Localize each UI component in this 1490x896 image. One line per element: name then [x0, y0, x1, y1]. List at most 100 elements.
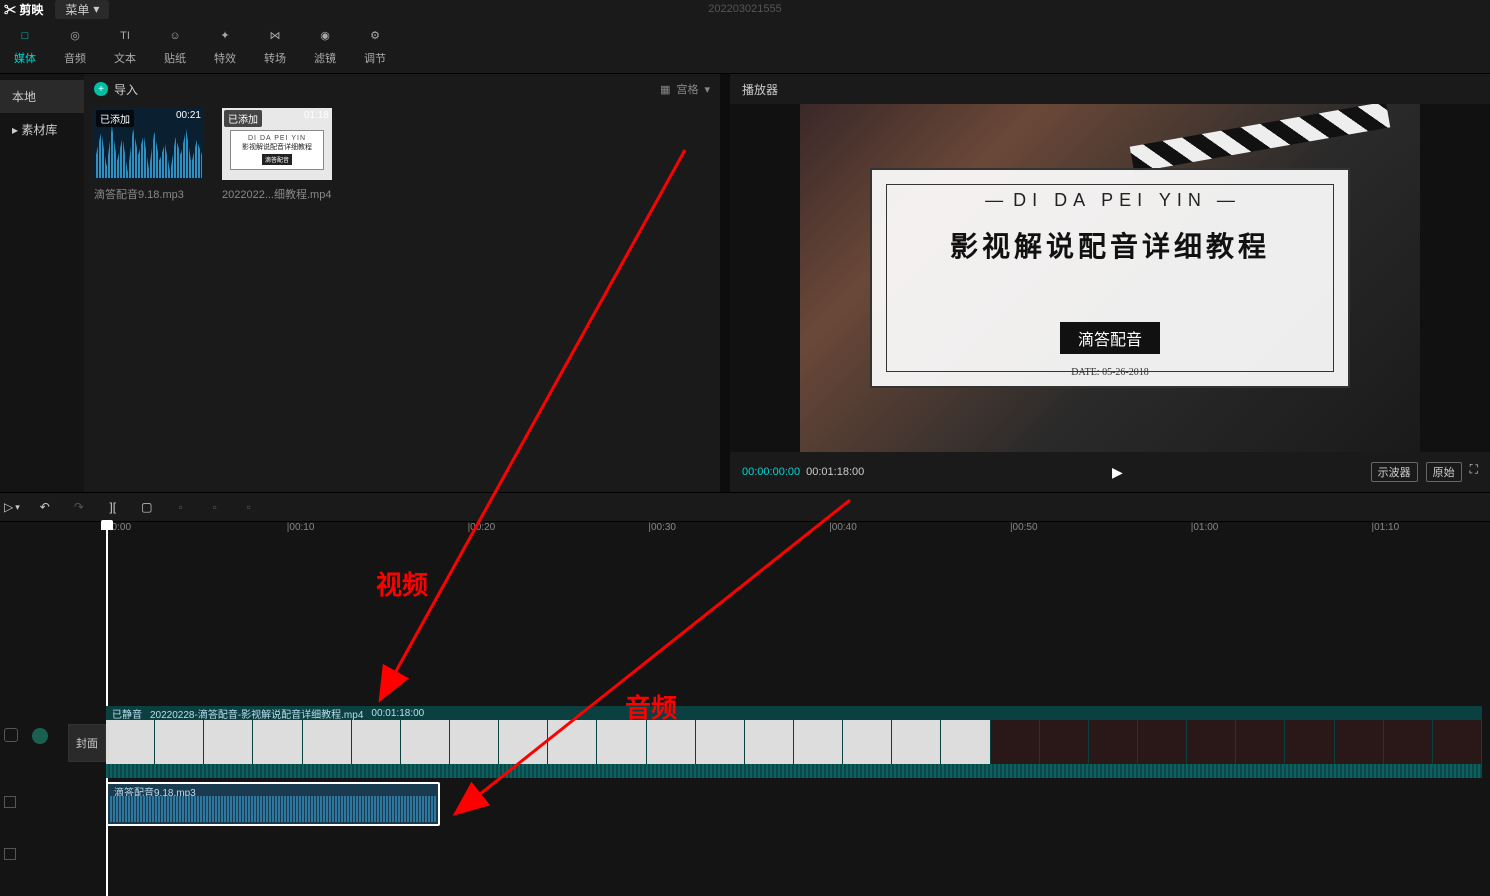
title-bar: ✂ 剪映 菜单 ▾ 202203021555: [0, 0, 1490, 18]
menu-label: 菜单: [65, 1, 89, 18]
preview-frame: DI DA PEI YIN 影视解说配音详细教程 滴答配音 DATE: 05-2…: [800, 104, 1420, 452]
tab-icon: ⋈: [265, 26, 285, 46]
tab-音频[interactable]: ◎ 音频: [50, 18, 100, 73]
play-button[interactable]: ▶: [1112, 464, 1123, 481]
ruler-tick: |00:50: [1010, 522, 1038, 533]
frame-thumb: [303, 720, 352, 764]
project-name: 202203021555: [708, 3, 781, 15]
menu-dropdown[interactable]: 菜单 ▾: [55, 0, 109, 19]
media-item[interactable]: 已添加 00:21滴答配音9.18.mp3: [94, 108, 204, 202]
track-toggle-icon[interactable]: [4, 796, 16, 808]
import-label: 导入: [114, 81, 138, 98]
tool-c[interactable]: ▫: [240, 500, 258, 514]
tab-滤镜[interactable]: ◉滤镜: [300, 18, 350, 73]
audio-waveform: [110, 796, 436, 822]
plus-icon: +: [94, 82, 108, 96]
tool-a[interactable]: ▫: [172, 500, 190, 514]
frame-thumb: [745, 720, 794, 764]
ruler-tick: |00:20: [468, 522, 496, 533]
frame-thumb: [843, 720, 892, 764]
tab-转场[interactable]: ⋈转场: [250, 18, 300, 73]
original-button[interactable]: 原始: [1426, 462, 1462, 482]
cover-button[interactable]: 封面: [68, 724, 106, 762]
view-label: 宫格: [676, 81, 698, 97]
delete-button[interactable]: ▢: [138, 500, 156, 514]
scope-button[interactable]: 示波器: [1371, 462, 1418, 482]
media-thumbnail[interactable]: 已添加 00:21: [94, 108, 204, 180]
total-time: 00:01:18:00: [806, 466, 864, 478]
frame-thumb: [499, 720, 548, 764]
tab-label: 音频: [64, 50, 86, 66]
frame-thumb: [548, 720, 597, 764]
player-title: 播放器: [730, 74, 1490, 104]
frame-thumb: [1335, 720, 1384, 764]
frame-thumb: [647, 720, 696, 764]
frame-thumb: [155, 720, 204, 764]
audio-clip-filename: 滴答配音9.18.mp3: [108, 784, 438, 796]
tab-贴纸[interactable]: ☺贴纸: [150, 18, 200, 73]
cursor-icon: ▷: [4, 500, 13, 514]
tool-b[interactable]: ▫: [206, 500, 224, 514]
tab-label: 媒体: [14, 50, 36, 66]
undo-button[interactable]: ↶: [36, 500, 54, 514]
redo-button[interactable]: ↷: [70, 500, 88, 514]
added-badge: 已添加: [224, 110, 262, 127]
tab-icon: ✦: [215, 26, 235, 46]
tab-label: 特效: [214, 50, 236, 66]
tab-label: 滤镜: [314, 50, 336, 66]
added-badge: 已添加: [96, 110, 134, 127]
clip-duration: 00:01:18:00: [371, 708, 424, 719]
tab-特效[interactable]: ✦ 特效: [200, 18, 250, 73]
select-tool[interactable]: ▷ ▾: [4, 500, 20, 514]
tab-icon: ☺: [165, 26, 185, 46]
preview-tag: 滴答配音: [1060, 322, 1160, 354]
media-item[interactable]: 已添加 01:18DI DA PEI YIN影视解说配音详细教程滴答配音2022…: [222, 108, 332, 202]
tab-媒体[interactable]: □ 媒体: [0, 18, 50, 73]
ruler-tick: |01:00: [1191, 522, 1219, 533]
current-time: 00:00:00:00: [742, 466, 800, 478]
tab-label: 文本: [114, 50, 136, 66]
chevron-down-icon: ▾: [15, 502, 20, 513]
media-sidebar: 本地▸ 素材库: [0, 74, 84, 492]
tab-文本[interactable]: TI 文本: [100, 18, 150, 73]
tab-icon: ◎: [65, 26, 85, 46]
ruler-tick: |00:30: [648, 522, 676, 533]
player-controls: 00:00:00:00 00:01:18:00 ▶ 示波器 原始 ⛶: [730, 452, 1490, 492]
ruler-tick: |00:10: [287, 522, 315, 533]
media-duration: 00:21: [176, 110, 201, 121]
tab-icon: ⚙: [365, 26, 385, 46]
frame-thumb: [352, 720, 401, 764]
media-grid: 已添加 00:21滴答配音9.18.mp3 已添加 01:18DI DA PEI…: [84, 104, 720, 206]
frame-thumb: [1384, 720, 1433, 764]
player-viewport[interactable]: DI DA PEI YIN 影视解说配音详细教程 滴答配音 DATE: 05-2…: [730, 104, 1490, 452]
audio-track-clip[interactable]: 滴答配音9.18.mp3: [106, 782, 440, 826]
sidebar-item[interactable]: 本地: [0, 80, 84, 113]
frame-thumb: [1285, 720, 1334, 764]
track-lock-icon[interactable]: [4, 728, 18, 742]
tab-调节[interactable]: ⚙ 调节: [350, 18, 400, 73]
split-button[interactable]: ]​[: [104, 500, 122, 514]
tab-icon: □: [15, 26, 35, 46]
frame-thumb: [1187, 720, 1236, 764]
tab-icon: TI: [115, 26, 135, 46]
import-button[interactable]: + 导入: [94, 81, 138, 98]
app-logo: ✂ 剪映: [4, 1, 43, 18]
track-mute-icon[interactable]: [32, 728, 48, 744]
media-toolbar: + 导入 ▦ 宫格 ▾: [84, 74, 720, 104]
view-options[interactable]: ▦ 宫格 ▾: [660, 81, 710, 97]
time-ruler[interactable]: 00:00|00:10|00:20|00:30|00:40|00:50|01:0…: [106, 522, 1490, 546]
video-track-clip[interactable]: 已静音 20220228-滴答配音-影视解说配音详细教程.mp4 00:01:1…: [106, 706, 1482, 764]
preview-date: DATE: 05-26-2018: [1071, 367, 1149, 378]
frame-thumb: [450, 720, 499, 764]
frame-thumb: [1433, 720, 1482, 764]
frame-thumb: [794, 720, 843, 764]
fullscreen-icon[interactable]: ⛶: [1470, 462, 1478, 482]
sidebar-item[interactable]: ▸ 素材库: [0, 113, 84, 146]
tab-label: 调节: [364, 50, 386, 66]
timeline[interactable]: 00:00|00:10|00:20|00:30|00:40|00:50|01:0…: [0, 522, 1490, 896]
track-toggle-icon[interactable]: [4, 848, 16, 860]
media-thumbnail[interactable]: 已添加 01:18DI DA PEI YIN影视解说配音详细教程滴答配音: [222, 108, 332, 180]
frame-thumb: [1236, 720, 1285, 764]
frame-thumb: [892, 720, 941, 764]
media-duration: 01:18: [304, 110, 329, 121]
